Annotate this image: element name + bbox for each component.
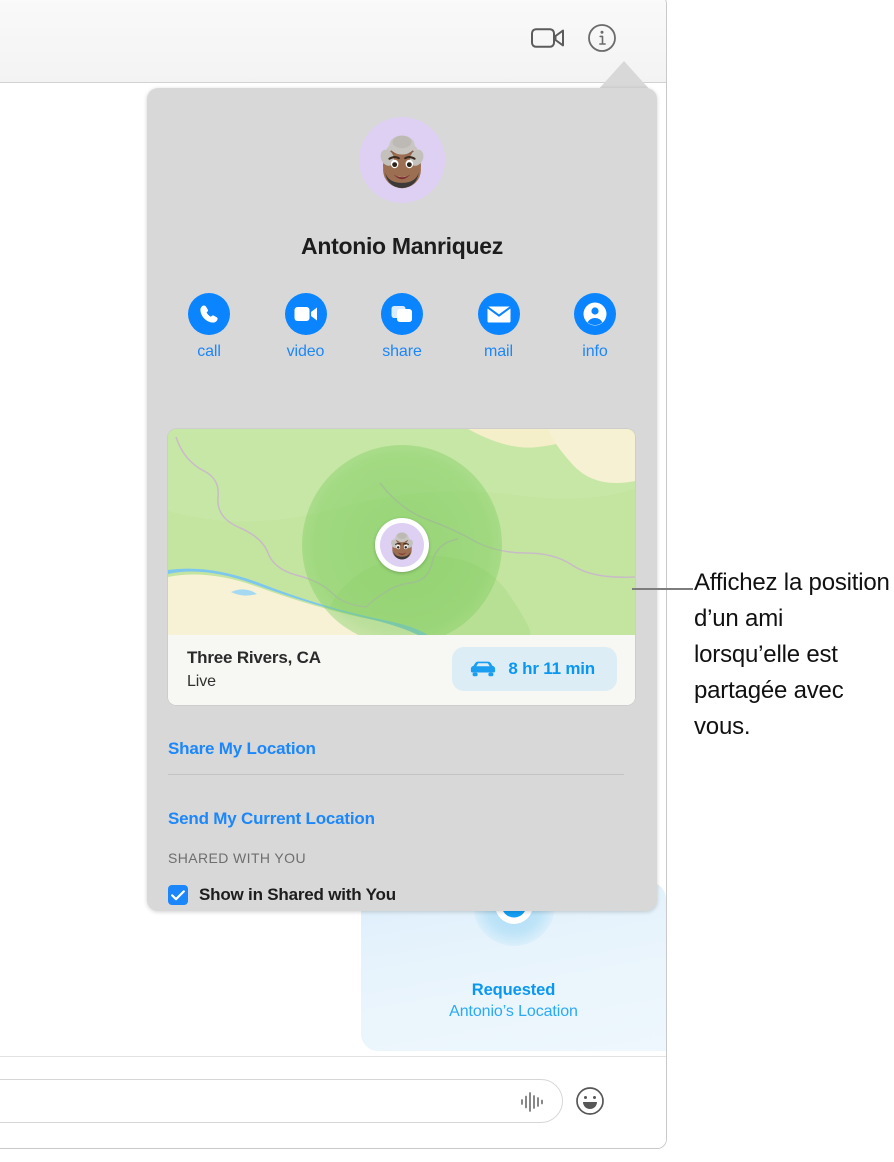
smiley-face-icon: [576, 1087, 604, 1115]
share-my-location-link[interactable]: Share My Location: [168, 739, 316, 759]
person-circle-icon: [583, 302, 607, 326]
info-button[interactable]: [574, 293, 616, 335]
show-in-shared-with-you-checkbox[interactable]: [168, 885, 188, 905]
action-label: share: [382, 343, 422, 360]
page-title: Antonio Manriquez: [301, 233, 503, 259]
map-canvas[interactable]: [168, 429, 635, 635]
bubble-title: Requested: [471, 981, 556, 999]
emoji-picker-button[interactable]: [575, 1086, 605, 1116]
action-label: video: [286, 343, 325, 360]
map-card-footer: Three Rivers, CA Live 8 hr 11 min: [168, 635, 635, 705]
envelope-icon: [486, 305, 511, 322]
show-in-shared-with-you-row[interactable]: Show in Shared with You: [168, 885, 396, 905]
action-info[interactable]: info: [557, 293, 633, 361]
phone-icon: [200, 305, 218, 323]
share-button[interactable]: [381, 293, 423, 335]
contact-action-row: call video share mail info: [171, 293, 633, 361]
map-live-status: Live: [187, 673, 216, 690]
mail-button[interactable]: [477, 293, 520, 335]
message-input-bar: [0, 1056, 666, 1148]
video-camera-icon: [294, 307, 317, 321]
eta-badge[interactable]: 8 hr 11 min: [452, 647, 617, 691]
window-toolbar: [0, 0, 666, 83]
map-place-name: Three Rivers, CA: [187, 648, 321, 667]
call-button[interactable]: [188, 293, 230, 335]
video-camera-icon: [531, 28, 564, 48]
video-button[interactable]: [284, 293, 327, 335]
action-label: info: [582, 343, 608, 360]
map-location-pin[interactable]: [374, 518, 429, 572]
send-my-current-location-link[interactable]: Send My Current Location: [168, 809, 375, 829]
divider: [168, 774, 624, 775]
shared-with-you-header: SHARED WITH YOU: [168, 850, 306, 866]
action-mail[interactable]: mail: [461, 293, 537, 361]
bubble-tail: [653, 1031, 667, 1051]
eta-text: 8 hr 11 min: [508, 659, 595, 678]
contact-details-popover: Antonio Manriquez call video share mail …: [147, 88, 657, 911]
facetime-button[interactable]: [529, 22, 567, 54]
memoji-avatar: [359, 117, 445, 203]
location-map-card[interactable]: Three Rivers, CA Live 8 hr 11 min: [168, 429, 635, 705]
action-label: mail: [484, 343, 513, 360]
details-button[interactable]: [585, 21, 619, 55]
action-share[interactable]: share: [364, 293, 440, 361]
callout-text: Affichez la position d’un ami lorsqu’ell…: [694, 569, 890, 740]
audio-waveform-icon[interactable]: [520, 1091, 545, 1113]
message-input-field[interactable]: [0, 1079, 563, 1123]
car-icon: [471, 661, 496, 677]
action-video[interactable]: video: [268, 293, 344, 361]
show-in-shared-with-you-label: Show in Shared with You: [199, 885, 396, 904]
bubble-subtitle: Antonio’s Location: [449, 1003, 578, 1020]
action-label: call: [197, 343, 221, 360]
action-call[interactable]: call: [171, 293, 247, 361]
info-circle-icon: [588, 24, 616, 52]
screen-share-icon: [391, 306, 412, 322]
memoji-avatar: [379, 523, 424, 567]
avatar: [359, 117, 445, 203]
callout-leader-line: [632, 588, 693, 590]
checkmark-icon: [171, 889, 185, 900]
